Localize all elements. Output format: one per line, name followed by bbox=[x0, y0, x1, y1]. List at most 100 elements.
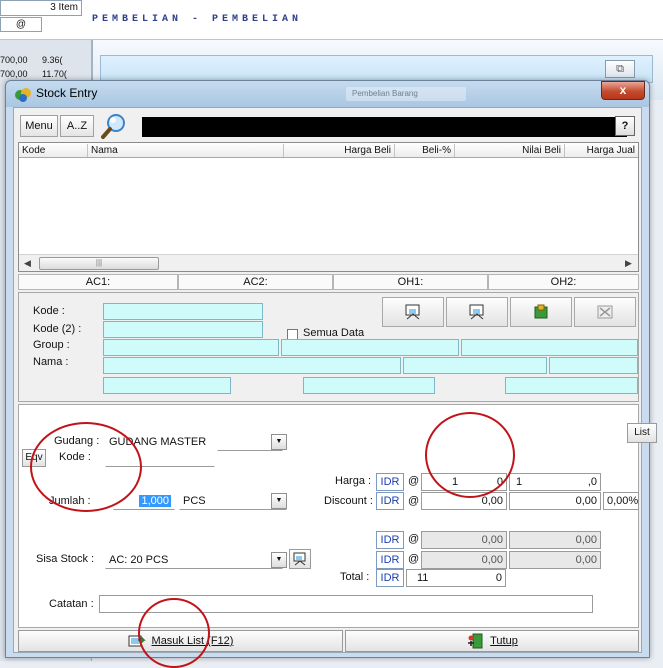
search-nama-input-3[interactable] bbox=[549, 357, 638, 374]
sisa-detail-button[interactable] bbox=[289, 549, 311, 569]
panel-button-3[interactable] bbox=[510, 297, 572, 327]
detail-view-icon bbox=[293, 552, 306, 566]
bg-row1-a: 700,00 bbox=[0, 55, 28, 65]
scroll-left-icon[interactable]: ◀ bbox=[20, 256, 35, 271]
search-group-input-3[interactable] bbox=[461, 339, 638, 356]
search-nama-label: Nama : bbox=[33, 356, 69, 368]
col-kode[interactable]: Kode bbox=[19, 144, 88, 157]
search-kode-input[interactable] bbox=[103, 303, 263, 320]
sisa-dropdown-icon[interactable]: ▼ bbox=[271, 552, 287, 568]
extra2-at: @ bbox=[408, 553, 420, 565]
sisa-stock-select[interactable]: AC: 20 PCS bbox=[105, 551, 283, 569]
item-count: 3 Item bbox=[0, 0, 82, 16]
search-icon bbox=[101, 114, 125, 139]
col-harga-jual[interactable]: Harga Jual bbox=[565, 144, 638, 157]
panel-delete-icon bbox=[597, 305, 613, 319]
oh2-label: OH2: bbox=[488, 274, 639, 290]
total-field: 11 0 bbox=[406, 569, 506, 587]
catatan-label: Catatan : bbox=[49, 598, 94, 610]
total-value: 0 bbox=[495, 572, 502, 584]
extra1-currency: IDR bbox=[376, 531, 404, 549]
lookup-input-bar[interactable] bbox=[142, 117, 627, 137]
extra1-at: @ bbox=[408, 533, 420, 545]
search-nama-input-2[interactable] bbox=[403, 357, 547, 374]
search-button[interactable] bbox=[98, 112, 130, 140]
harga-currency: IDR bbox=[376, 473, 404, 491]
jumlah-value: 1,000 bbox=[139, 495, 171, 507]
column-at-symbol: @ bbox=[0, 17, 42, 32]
harga-total-input[interactable]: 1 ,0 bbox=[509, 473, 601, 491]
tutup-button[interactable]: Tutup bbox=[345, 630, 639, 652]
grid-header: Kode Nama Harga Beli Beli-% Nilai Beli H… bbox=[19, 143, 638, 158]
scroll-thumb[interactable]: ||| bbox=[39, 257, 159, 270]
extra1-total: 0,00 bbox=[509, 531, 601, 549]
search-nama-input[interactable] bbox=[103, 357, 401, 374]
gudang-dropdown-icon[interactable]: ▼ bbox=[271, 434, 287, 450]
menu-button[interactable]: Menu bbox=[20, 115, 58, 137]
total-currency: IDR bbox=[376, 569, 404, 587]
panel-view-icon bbox=[405, 304, 420, 320]
bg-row2-b: 11.70( bbox=[42, 69, 67, 79]
stock-entry-window: Stock Entry Pembelian Barang x Menu A..Z… bbox=[5, 80, 657, 658]
panel-button-4[interactable] bbox=[574, 297, 636, 327]
bg-row1-b: 9.36( bbox=[42, 55, 63, 65]
search-extra-input-1[interactable] bbox=[103, 377, 231, 394]
search-panel: Kode : Kode (2) : Group : Nama : Semua D… bbox=[18, 292, 639, 402]
ac-strip: AC1: AC2: OH1: OH2: bbox=[18, 274, 639, 290]
total-lead: 11 bbox=[417, 572, 429, 584]
discount-percent[interactable]: 0,00% bbox=[603, 492, 639, 510]
help-icon: ? bbox=[621, 120, 629, 132]
harga-label: Harga : bbox=[335, 475, 372, 487]
extra2-input[interactable]: 0,00 bbox=[421, 551, 507, 569]
col-harga-beli[interactable]: Harga Beli bbox=[284, 144, 395, 157]
item-grid[interactable]: Kode Nama Harga Beli Beli-% Nilai Beli H… bbox=[18, 142, 639, 272]
harga-at: @ bbox=[408, 475, 420, 487]
harga-total-lead: 1 bbox=[516, 476, 523, 488]
search-group-input[interactable] bbox=[103, 339, 279, 356]
window-titlebar[interactable]: Stock Entry Pembelian Barang x bbox=[6, 81, 649, 107]
inactive-caption: Pembelian Barang bbox=[346, 87, 466, 101]
panel-edit-icon bbox=[469, 304, 484, 320]
harga-total-value: ,0 bbox=[587, 476, 597, 488]
ac1-label: AC1: bbox=[18, 274, 178, 290]
discount-amount[interactable]: 0,00 bbox=[509, 492, 601, 510]
col-nama[interactable]: Nama bbox=[88, 144, 284, 157]
list-button[interactable]: List bbox=[627, 423, 657, 443]
col-nilai-beli[interactable]: Nilai Beli bbox=[455, 144, 565, 157]
total-label: Total : bbox=[340, 571, 370, 583]
col-beli-pct[interactable]: Beli-% bbox=[395, 144, 455, 157]
oh1-label: OH1: bbox=[333, 274, 488, 290]
grid-horizontal-scrollbar[interactable]: ◀ ||| ▶ bbox=[19, 254, 638, 271]
close-icon: x bbox=[619, 83, 627, 97]
search-extra-input-2[interactable] bbox=[303, 377, 435, 394]
sisa-stock-label: Sisa Stock : bbox=[36, 553, 95, 565]
help-button[interactable]: ? bbox=[615, 116, 635, 136]
search-group-input-2[interactable] bbox=[281, 339, 459, 356]
extra1-input[interactable]: 0,00 bbox=[421, 531, 507, 549]
search-kode2-label: Kode (2) : bbox=[33, 323, 82, 335]
annotation-circle-jumlah bbox=[30, 422, 142, 512]
window-client-area: Menu A..Z ? Kode Nama Harga Beli Beli-% bbox=[13, 107, 657, 653]
sort-az-button[interactable]: A..Z bbox=[60, 115, 94, 137]
search-extra-input-3[interactable] bbox=[505, 377, 638, 394]
background-inner-bar bbox=[100, 55, 653, 83]
background-app-header: 3 Item @ PEMBELIAN - PEMBELIAN bbox=[0, 0, 663, 40]
annotation-circle-harga bbox=[425, 412, 515, 498]
window-close-button[interactable]: x bbox=[601, 81, 645, 100]
unit-dropdown-icon[interactable]: ▼ bbox=[271, 493, 287, 509]
bg-row2-a: 700,00 bbox=[0, 69, 28, 79]
panel-button-1[interactable] bbox=[382, 297, 444, 327]
restore-icon: ⧉ bbox=[616, 63, 624, 75]
annotation-circle-masuk bbox=[138, 598, 210, 668]
tutup-label: Tutup bbox=[490, 635, 518, 647]
background-close-button[interactable]: ⧉ bbox=[605, 60, 635, 78]
discount-at: @ bbox=[408, 495, 420, 507]
panel-button-2[interactable] bbox=[446, 297, 508, 327]
module-title: PEMBELIAN - PEMBELIAN bbox=[92, 14, 303, 25]
panel-package-icon bbox=[534, 304, 548, 319]
search-kode-label: Kode : bbox=[33, 305, 65, 317]
semua-data-label: Semua Data bbox=[303, 327, 365, 339]
discount-currency: IDR bbox=[376, 492, 404, 510]
search-kode2-input[interactable] bbox=[103, 321, 263, 338]
scroll-right-icon[interactable]: ▶ bbox=[621, 256, 636, 271]
